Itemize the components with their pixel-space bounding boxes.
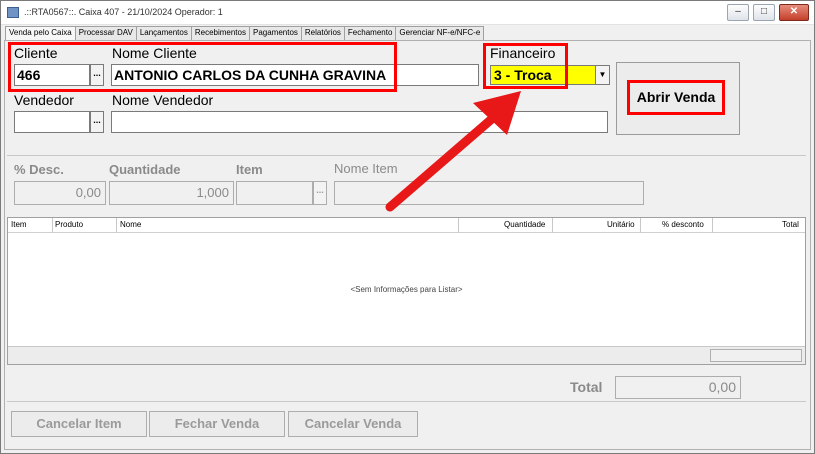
- arrow-annotation: [385, 91, 521, 212]
- close-button[interactable]: ✕: [779, 4, 809, 21]
- tab-processar-dav[interactable]: Processar DAV: [74, 26, 137, 40]
- tab-recebimentos[interactable]: Recebimentos: [190, 26, 250, 40]
- window-title: .::RTA0567::. Caixa 407 - 21/10/2024 Ope…: [24, 7, 223, 17]
- tab-relatorios[interactable]: Relatórios: [300, 26, 345, 40]
- cancelar-venda-button[interactable]: Cancelar Venda: [288, 411, 418, 437]
- nome-vendedor-label: Nome Vendedor: [112, 92, 214, 108]
- tab-gerenciar-nfe[interactable]: Gerenciar NF-e/NFC-e: [395, 26, 485, 40]
- chevron-down-icon[interactable]: ▼: [595, 65, 610, 85]
- tab-venda-pelo-caixa[interactable]: Venda pelo Caixa: [5, 26, 76, 41]
- cancelar-item-button[interactable]: Cancelar Item: [11, 411, 147, 437]
- col-unitario[interactable]: Unitário: [607, 220, 635, 229]
- vendedor-label: Vendedor: [14, 92, 74, 108]
- item-search-button[interactable]: ...: [313, 181, 327, 205]
- desc-label: % Desc.: [14, 162, 64, 177]
- item-field[interactable]: [236, 181, 313, 205]
- grid-footer: [8, 346, 805, 364]
- tab-bar: Venda pelo Caixa Processar DAV Lançament…: [5, 26, 485, 41]
- quantidade-field[interactable]: 1,000: [109, 181, 234, 205]
- total-field: 0,00: [615, 376, 741, 399]
- grid-footer-cell: [710, 349, 802, 362]
- divider: [7, 401, 806, 402]
- arrow-shaft: [385, 106, 506, 212]
- col-desconto[interactable]: % desconto: [662, 220, 704, 229]
- col-quantidade[interactable]: Quantidade: [504, 220, 545, 229]
- col-item[interactable]: Item: [11, 220, 27, 229]
- total-label: Total: [570, 379, 603, 395]
- vendedor-search-button[interactable]: ...: [90, 111, 104, 133]
- cliente-highlight-box: [8, 42, 397, 92]
- main-window: .::RTA0567::. Caixa 407 - 21/10/2024 Ope…: [0, 0, 815, 454]
- fechar-venda-button[interactable]: Fechar Venda: [149, 411, 285, 437]
- quantidade-label: Quantidade: [109, 162, 181, 177]
- tab-lancamentos[interactable]: Lançamentos: [135, 26, 192, 40]
- minimize-button[interactable]: –: [727, 4, 749, 21]
- empty-message: <Sem Informações para Listar>: [350, 285, 463, 294]
- desc-field[interactable]: 0,00: [14, 181, 106, 205]
- grid-header: Item Produto Nome Quantidade Unitário % …: [8, 218, 805, 233]
- col-total[interactable]: Total: [782, 220, 799, 229]
- tab-pagamentos[interactable]: Pagamentos: [248, 26, 302, 40]
- items-grid[interactable]: Item Produto Nome Quantidade Unitário % …: [7, 217, 806, 365]
- vendedor-code-field[interactable]: [14, 111, 90, 133]
- tab-fechamento[interactable]: Fechamento: [343, 26, 397, 40]
- col-produto[interactable]: Produto: [55, 220, 83, 229]
- item-label: Item: [236, 162, 263, 177]
- col-nome[interactable]: Nome: [120, 220, 141, 229]
- maximize-button[interactable]: □: [753, 4, 775, 21]
- abrir-venda-button[interactable]: Abrir Venda: [627, 80, 725, 115]
- app-icon: [7, 7, 19, 18]
- title-bar: .::RTA0567::. Caixa 407 - 21/10/2024 Ope…: [1, 1, 814, 25]
